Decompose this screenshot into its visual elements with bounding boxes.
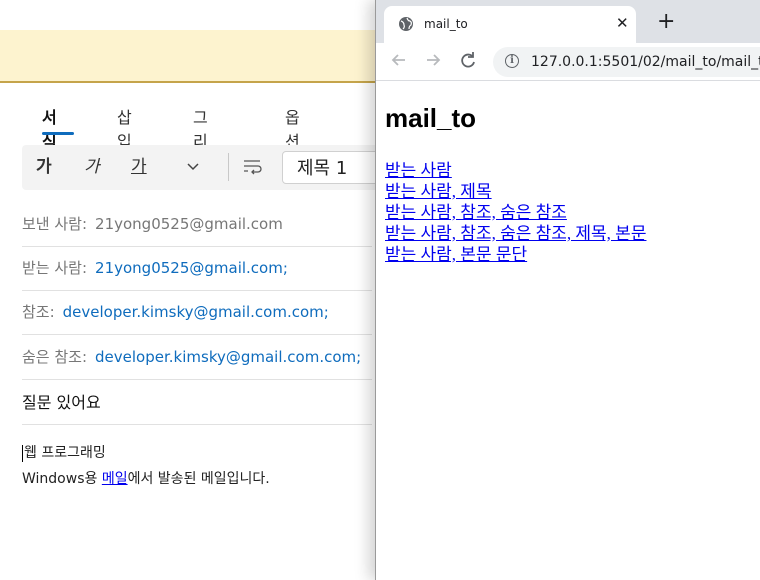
back-arrow-icon[interactable] [390, 48, 408, 79]
globe-icon [398, 16, 414, 32]
chevron-down-icon[interactable] [186, 155, 200, 179]
cc-label: 참조: [22, 303, 55, 321]
from-label: 보낸 사람: [22, 215, 88, 233]
italic-button[interactable]: 가 [84, 155, 100, 179]
reload-icon[interactable] [459, 48, 477, 79]
subject-field[interactable]: 질문 있어요 [22, 381, 372, 425]
mailto-link-full[interactable]: 받는 사람, 참조, 숨은 참조, 제목, 본문 [385, 223, 646, 244]
format-toolbar: 가 가 가 제목 1 [22, 145, 392, 190]
cc-address[interactable]: developer.kimsky@gmail.com.com; [63, 303, 329, 321]
mailto-link-to-subject[interactable]: 받는 사람, 제목 [385, 181, 646, 202]
mailto-link-body-paragraph[interactable]: 받는 사람, 본문 문단 [385, 244, 646, 265]
from-address: 21yong0525@gmail.com [95, 215, 283, 233]
mailto-link-list: 받는 사람 받는 사람, 제목 받는 사람, 참조, 숨은 참조 받는 사람, … [385, 160, 646, 265]
to-label: 받는 사람: [22, 259, 88, 277]
text-wrap-icon[interactable] [240, 155, 264, 179]
browser-tab-strip: mail_to ✕ + [376, 0, 760, 43]
to-address[interactable]: 21yong0525@gmail.com; [95, 259, 288, 277]
mailto-link-to-cc-bcc[interactable]: 받는 사람, 참조, 숨은 참조 [385, 202, 646, 223]
toolbar-divider [228, 153, 229, 181]
browser-tab[interactable]: mail_to ✕ [384, 6, 636, 43]
active-tab-indicator [42, 132, 74, 135]
page-content: mail_to 받는 사람 받는 사람, 제목 받는 사람, 참조, 숨은 참조… [376, 81, 760, 580]
mailto-link-to[interactable]: 받는 사람 [385, 160, 646, 181]
text-caret [22, 444, 23, 462]
forward-arrow-icon[interactable] [424, 48, 442, 79]
site-info-icon[interactable]: i [505, 54, 519, 68]
browser-window: mail_to ✕ + i 127.0.0.1:5501/02/mail_to/… [375, 0, 760, 580]
cc-field[interactable]: 참조: developer.kimsky@gmail.com.com; [22, 290, 372, 335]
bold-button[interactable]: 가 [36, 155, 52, 179]
page-heading: mail_to [385, 103, 477, 133]
address-bar[interactable]: i 127.0.0.1:5501/02/mail_to/mail_to. [493, 47, 760, 77]
new-tab-icon[interactable]: + [657, 9, 675, 35]
signature-line: Windows용 메일에서 발송된 메일입니다. [22, 471, 270, 487]
browser-toolbar: i 127.0.0.1:5501/02/mail_to/mail_to. [376, 43, 760, 81]
to-field[interactable]: 받는 사람: 21yong0525@gmail.com; [22, 246, 372, 291]
url-text: 127.0.0.1:5501/02/mail_to/mail_to. [531, 54, 760, 70]
bcc-label: 숨은 참조: [22, 348, 88, 366]
close-icon[interactable]: ✕ [616, 12, 629, 34]
mail-app-link[interactable]: 메일 [102, 471, 128, 487]
underline-button[interactable]: 가 [131, 155, 147, 179]
bcc-address[interactable]: developer.kimsky@gmail.com.com; [95, 348, 361, 366]
body-line: 웹 프로그래밍 [22, 444, 106, 462]
from-field[interactable]: 보낸 사람: 21yong0525@gmail.com [22, 202, 372, 247]
message-body[interactable]: 웹 프로그래밍 Windows용 메일에서 발송된 메일입니다. [22, 440, 270, 492]
tab-title: mail_to [424, 17, 468, 31]
bcc-field[interactable]: 숨은 참조: developer.kimsky@gmail.com.com; [22, 335, 372, 380]
